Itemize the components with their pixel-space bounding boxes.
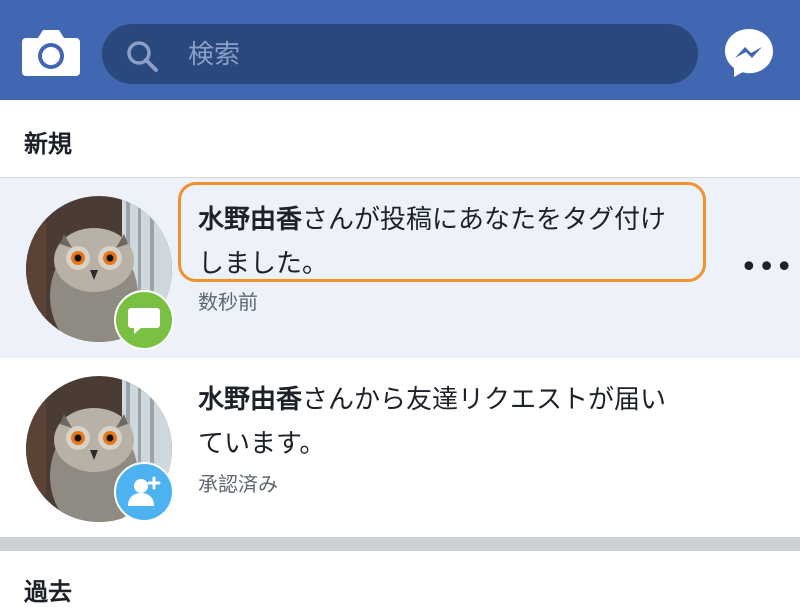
top-bar <box>0 0 800 100</box>
notification-author[interactable]: 水野由香 <box>198 385 302 415</box>
search-icon <box>127 41 158 72</box>
notification-author[interactable]: 水野由香 <box>198 205 302 235</box>
notification-text: 水野由香さんから友達リクエストが届い ています。 <box>198 385 667 459</box>
camera-icon[interactable] <box>20 24 82 80</box>
comment-icon <box>114 290 174 350</box>
more-options-button[interactable]: ••• <box>740 253 793 283</box>
notification-item[interactable]: 水野由香さんから友達リクエストが届い ています。 承認済み <box>0 358 800 538</box>
notification-status: 承認済み <box>198 472 278 496</box>
search-bar[interactable] <box>102 24 698 84</box>
notification-item[interactable]: 水野由香さんが投稿にあなたをタグ付け しました。 数秒前 ••• <box>0 178 800 358</box>
section-title-past: 過去 <box>24 578 72 606</box>
search-input[interactable] <box>186 30 670 80</box>
messenger-icon[interactable] <box>722 26 776 80</box>
notification-text: 水野由香さんが投稿にあなたをタグ付け しました。 <box>198 205 667 279</box>
notification-time: 数秒前 <box>198 290 258 314</box>
section-title-new: 新規 <box>24 130 72 158</box>
add-friend-icon <box>114 462 174 522</box>
section-separator <box>0 537 800 551</box>
